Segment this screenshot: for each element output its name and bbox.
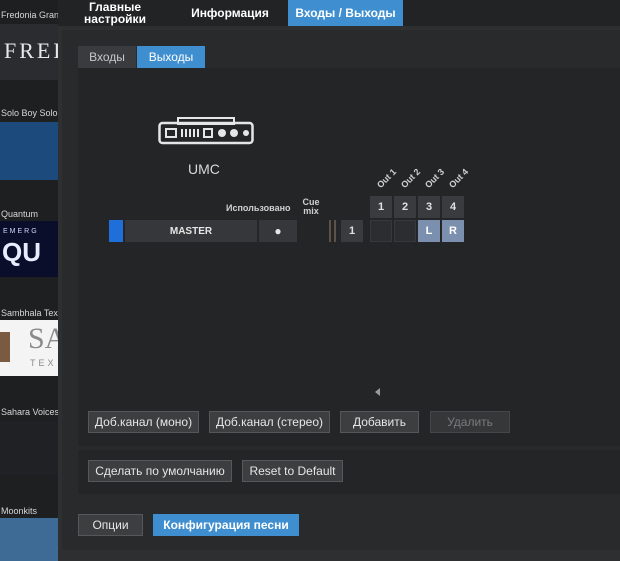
- tab-outputs[interactable]: Выходы: [137, 46, 205, 68]
- library-item-name: Fredonia Grand: [1, 10, 58, 20]
- output-number: 2: [394, 196, 416, 218]
- output-assign-4[interactable]: R: [442, 220, 464, 242]
- thumbnail-text: QU: [2, 237, 41, 267]
- thumbnail-text: SA: [28, 322, 58, 355]
- library-item-fredonia[interactable]: Fredonia Grand FRED: [0, 0, 58, 82]
- library-item-name: Sambhala Tex: [1, 308, 58, 318]
- output-assign-2[interactable]: [394, 220, 416, 242]
- cue-mix-slot[interactable]: [329, 220, 336, 242]
- library-item-name: Quantum: [1, 209, 39, 219]
- output-assign-3[interactable]: L: [418, 220, 440, 242]
- song-config-button[interactable]: Конфигурация песни: [153, 514, 299, 536]
- tab-info[interactable]: Информация: [184, 0, 276, 26]
- output-label: Out 1: [374, 166, 399, 190]
- output-number: 3: [418, 196, 440, 218]
- tab-inputs[interactable]: Входы: [78, 46, 136, 68]
- output-label: Out 4: [446, 166, 471, 190]
- channel-color-marker: [109, 220, 123, 242]
- defaults-bar: Сделать по умолчанию Reset to Default: [78, 450, 620, 494]
- output-number: 4: [442, 196, 464, 218]
- cue-mix-column-header: Cue mix: [302, 197, 320, 216]
- options-button[interactable]: Опции: [78, 514, 143, 536]
- make-default-button[interactable]: Сделать по умолчанию: [88, 460, 232, 482]
- library-item-sambhala[interactable]: Sambhala Tex SA TEX: [0, 304, 58, 378]
- library-item-sahara[interactable]: Sahara Voices: [0, 403, 58, 475]
- library-item-name: Moonkits: [1, 506, 38, 516]
- tab-inputs-outputs[interactable]: Входы / Выходы: [288, 0, 403, 26]
- output-assign-1[interactable]: [370, 220, 392, 242]
- library-sidebar: Fredonia Grand FRED Solo Boy Solo Quantu…: [0, 0, 58, 561]
- add-button[interactable]: Добавить: [340, 411, 419, 433]
- output-label: Out 3: [422, 166, 447, 190]
- thumbnail-pattern: [0, 332, 10, 362]
- channel-used-indicator[interactable]: ●: [259, 220, 297, 242]
- library-thumbnail: [0, 122, 58, 180]
- device-name: UMC: [188, 161, 220, 177]
- outputs-panel: UMC Использовано Cue mix Out 1 Out 2 Out…: [78, 68, 620, 446]
- thumbnail-text: FRED: [4, 38, 58, 63]
- library-thumbnail: SA TEX: [0, 320, 58, 376]
- dialog-tab-bar: Главные настройки Информация Входы / Вых…: [58, 0, 620, 26]
- audio-interface-icon: [158, 117, 254, 147]
- library-item-name: Solo Boy Solo: [1, 108, 58, 118]
- output-label: Out 2: [398, 166, 423, 190]
- library-item-moonkits[interactable]: Moonkits: [0, 502, 58, 561]
- scroll-left-icon[interactable]: [375, 388, 380, 396]
- library-thumbnail: EMERG QU: [0, 221, 58, 277]
- channel-name[interactable]: MASTER: [125, 220, 257, 242]
- library-item-solo-boy[interactable]: Solo Boy Solo: [0, 104, 58, 180]
- tab-main-settings[interactable]: Главные настройки: [72, 0, 158, 26]
- thumbnail-text: TEX: [30, 358, 57, 368]
- channel-index: 1: [341, 220, 363, 242]
- used-column-header: Использовано: [226, 203, 291, 213]
- library-item-quantum[interactable]: Quantum EMERG QU: [0, 205, 58, 279]
- reset-to-default-button[interactable]: Reset to Default: [242, 460, 343, 482]
- library-thumbnail: FRED: [0, 24, 58, 80]
- add-stereo-channel-button[interactable]: Доб.канал (стерео): [209, 411, 330, 433]
- thumbnail-text: EMERG: [3, 228, 39, 235]
- library-thumbnail: [0, 421, 58, 475]
- library-thumbnail: [0, 518, 58, 561]
- output-number: 1: [370, 196, 392, 218]
- library-item-name: Sahara Voices: [1, 407, 58, 417]
- add-mono-channel-button[interactable]: Доб.канал (моно): [88, 411, 199, 433]
- delete-button[interactable]: Удалить: [430, 411, 510, 433]
